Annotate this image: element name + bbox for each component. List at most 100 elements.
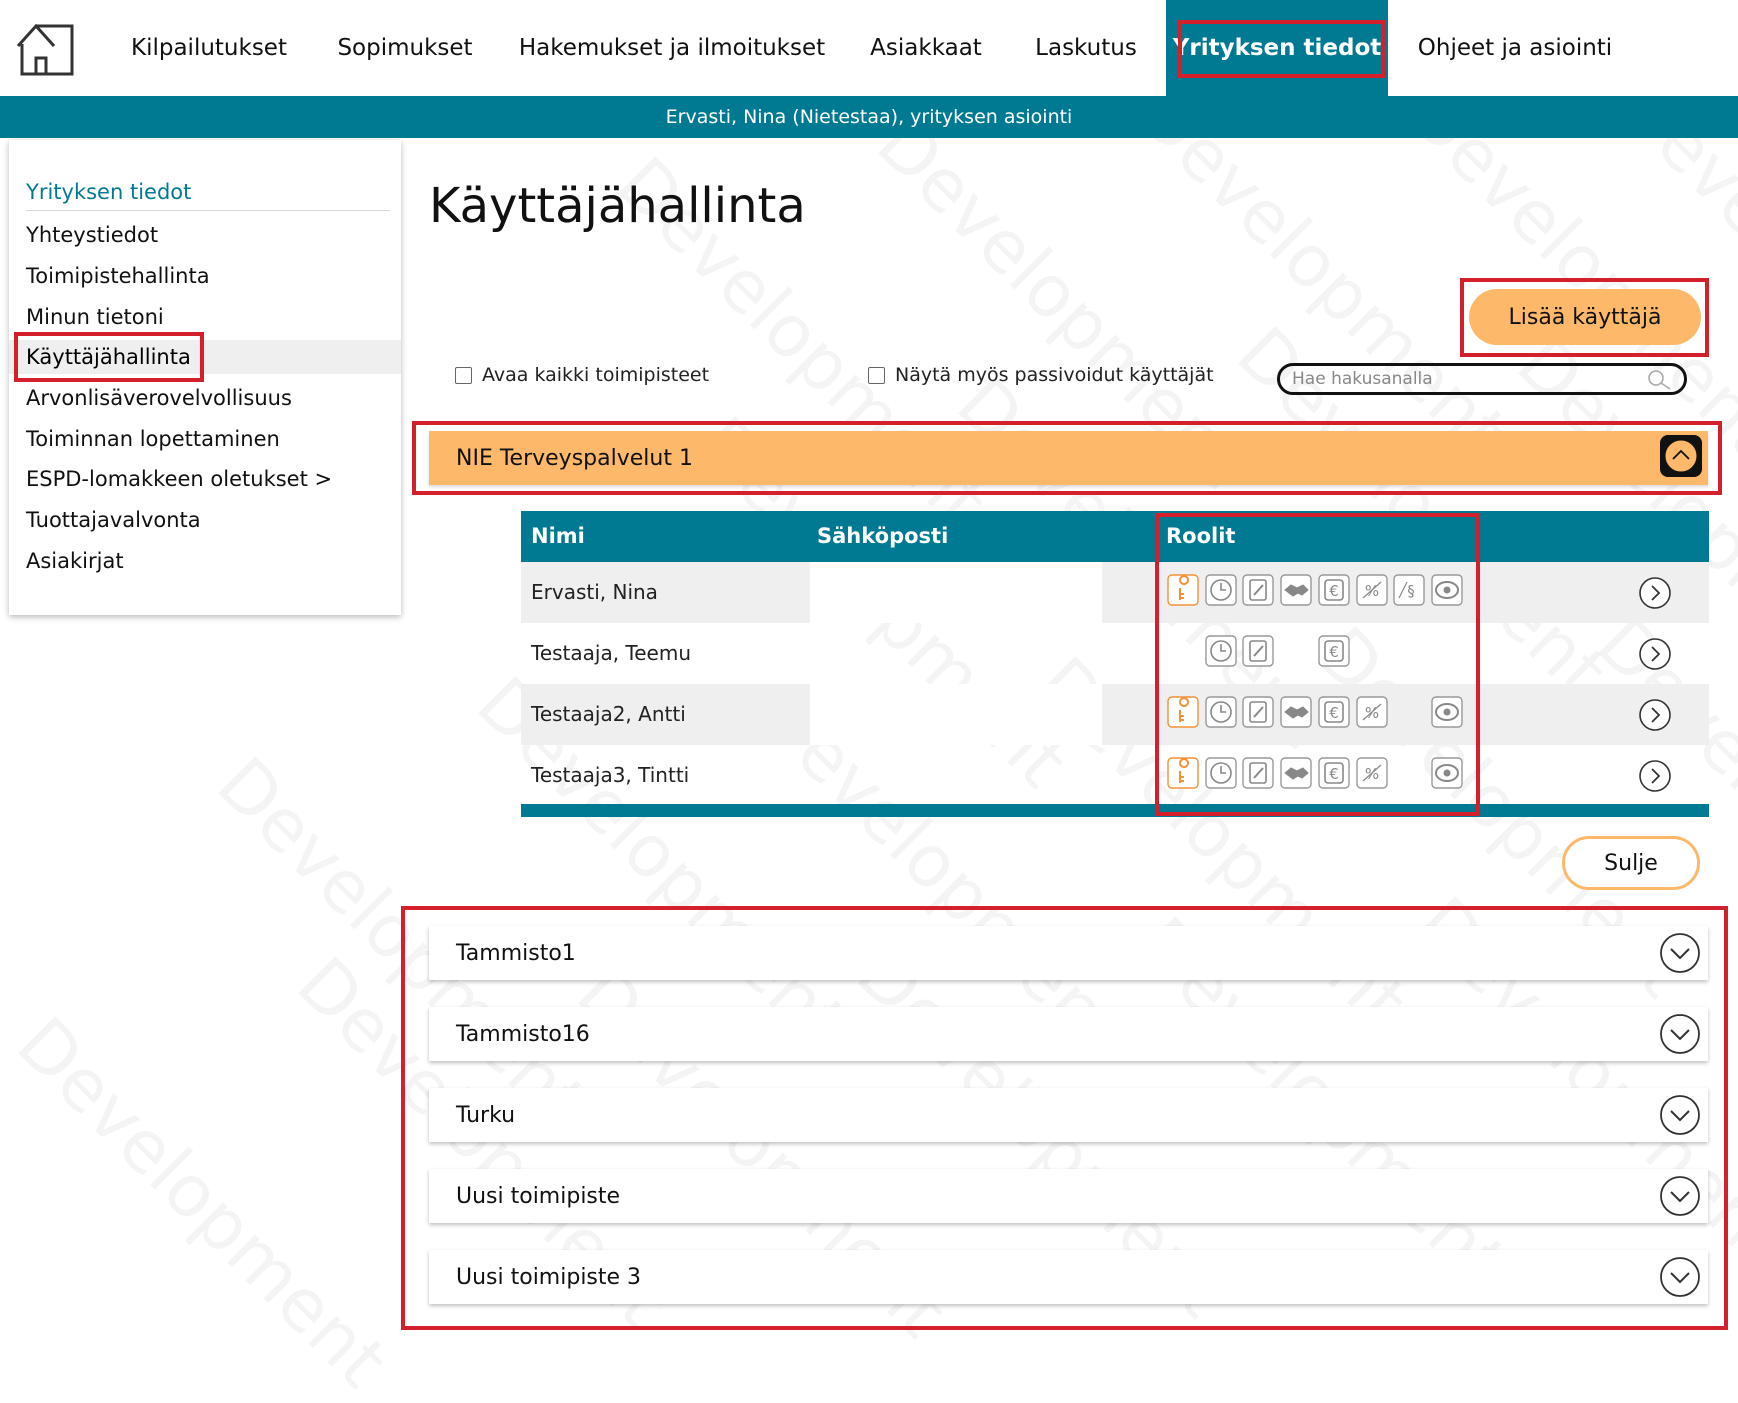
sidebar-item-minun-tietoni[interactable]: Minun tietoni (9, 300, 401, 334)
sidebar-item-kayttajahallinta[interactable]: Käyttäjähallinta (9, 340, 401, 374)
nav-item-kilpailutukset[interactable]: Kilpailutukset (112, 0, 306, 96)
svg-text:%: % (1364, 582, 1378, 600)
chevron-down-icon[interactable] (1659, 1256, 1701, 1298)
email-cell (810, 684, 1102, 745)
show-passive-filter[interactable]: Näytä myös passivoidut käyttäjät (868, 364, 1214, 386)
chevron-right-icon[interactable] (1638, 698, 1672, 732)
add-user-button[interactable]: Lisää käyttäjä (1469, 289, 1701, 345)
office-name: NIE Terveyspalvelut 1 (456, 445, 693, 471)
table-row: Ervasti, Nina €% § (521, 562, 1709, 623)
column-header-email: Sähköposti (817, 524, 949, 548)
eye-icon (1431, 574, 1463, 606)
office-name: Turku (456, 1102, 516, 1128)
user-name: Testaaja, Teemu (531, 641, 692, 665)
euro-icon: € (1318, 574, 1350, 606)
clock-icon (1204, 696, 1237, 728)
sidebar-item-asiakirjat[interactable]: Asiakirjat (9, 544, 401, 578)
eye-icon (1431, 696, 1463, 728)
clock-icon (1204, 635, 1237, 667)
close-button[interactable]: Sulje (1562, 836, 1700, 890)
chevron-down-icon[interactable] (1659, 1094, 1701, 1136)
edit-icon (1242, 635, 1275, 667)
open-all-filter[interactable]: Avaa kaikki toimipisteet (455, 364, 709, 386)
chevron-right-icon[interactable] (1638, 759, 1672, 793)
search-input[interactable] (1290, 368, 1634, 390)
office-item[interactable]: Turku (429, 1088, 1708, 1142)
open-all-label: Avaa kaikki toimipisteet (482, 364, 710, 386)
euro-icon: € (1318, 696, 1350, 728)
chevron-up-icon (1665, 440, 1697, 472)
sidebar-item-toiminnan-lopettaminen[interactable]: Toiminnan lopettaminen (9, 422, 401, 456)
user-name: Ervasti, Nina (531, 580, 658, 604)
svg-text:§: § (1407, 582, 1415, 600)
svg-text:€: € (1329, 582, 1339, 600)
user-info-bar: Ervasti, Nina (Nietestaa), yrityksen asi… (0, 96, 1738, 138)
sidebar-item-espd[interactable]: ESPD-lomakkeen oletukset > (9, 462, 401, 496)
chevron-right-icon[interactable] (1638, 637, 1672, 671)
search-icon[interactable] (1646, 369, 1672, 391)
collapse-button[interactable] (1660, 435, 1702, 477)
key-icon (1167, 574, 1199, 606)
sidebar-item-yhteystiedot[interactable]: Yhteystiedot (9, 218, 401, 252)
sidebar-heading[interactable]: Yrityksen tiedot (26, 180, 390, 211)
nav-item-hakemukset[interactable]: Hakemukset ja ilmoitukset (516, 0, 828, 96)
edit-icon (1242, 574, 1275, 606)
key-icon (1167, 757, 1199, 789)
eye-icon (1431, 757, 1463, 789)
table-row: Testaaja2, Antti €% (521, 684, 1709, 745)
office-name: Tammisto16 (456, 1021, 590, 1047)
office-header-open[interactable]: NIE Terveyspalvelut 1 (429, 431, 1708, 485)
svg-text:%: % (1364, 704, 1378, 722)
svg-text:€: € (1329, 643, 1339, 661)
handshake-icon (1280, 696, 1312, 728)
chevron-down-icon[interactable] (1659, 1175, 1701, 1217)
nav-item-yrityksen-tiedot[interactable]: Yrityksen tiedot (1166, 0, 1388, 96)
column-header-roles: Roolit (1166, 524, 1236, 548)
sidebar-item-toimipistehallinta[interactable]: Toimipistehallinta (9, 259, 401, 293)
office-name: Uusi toimipiste 3 (456, 1264, 642, 1290)
office-name: Uusi toimipiste (456, 1183, 621, 1209)
office-item[interactable]: Tammisto16 (429, 1007, 1708, 1061)
user-name: Testaaja2, Antti (531, 702, 686, 726)
nav-item-laskutus[interactable]: Laskutus (1024, 0, 1148, 96)
percent-icon: % (1355, 696, 1388, 728)
svg-text:%: % (1364, 765, 1378, 783)
sidebar: Yrityksen tiedot Yhteystiedot Toimipiste… (9, 140, 401, 615)
handshake-icon (1280, 574, 1312, 606)
user-table-header: Nimi Sähköposti Roolit (521, 511, 1709, 562)
user-name: Testaaja3, Tintti (531, 763, 690, 787)
nav-item-sopimukset[interactable]: Sopimukset (326, 0, 484, 96)
open-all-checkbox[interactable] (455, 366, 472, 384)
clock-icon (1204, 574, 1237, 606)
edit-icon (1242, 696, 1275, 728)
office-item[interactable]: Uusi toimipiste 3 (429, 1250, 1708, 1304)
column-header-name: Nimi (531, 524, 585, 548)
page-title: Käyttäjähallinta (429, 178, 806, 234)
office-item[interactable]: Uusi toimipiste (429, 1169, 1708, 1223)
chevron-right-icon[interactable] (1638, 576, 1672, 610)
watermark-text: Development (1, 1001, 403, 1403)
show-passive-checkbox[interactable] (868, 366, 885, 384)
home-icon[interactable] (14, 22, 78, 78)
nav-item-ohjeet[interactable]: Ohjeet ja asiointi (1410, 0, 1620, 96)
handshake-icon (1280, 757, 1312, 789)
top-navigation: Kilpailutukset Sopimukset Hakemukset ja … (0, 0, 1738, 96)
edit-icon (1242, 757, 1275, 789)
sidebar-item-arvonlisavero[interactable]: Arvonlisäverovelvollisuus (9, 381, 401, 415)
paragraph-icon: § (1393, 574, 1425, 606)
euro-icon: € (1318, 635, 1350, 667)
chevron-down-icon[interactable] (1659, 1013, 1701, 1055)
percent-icon: % (1355, 757, 1388, 789)
nav-item-asiakkaat[interactable]: Asiakkaat (860, 0, 992, 96)
svg-text:€: € (1329, 765, 1339, 783)
sidebar-item-tuottajavalvonta[interactable]: Tuottajavalvonta (9, 503, 401, 537)
show-passive-label: Näytä myös passivoidut käyttäjät (895, 364, 1214, 386)
table-row: Testaaja, Teemu € (521, 623, 1709, 684)
user-table-footer (521, 804, 1709, 817)
chevron-down-icon[interactable] (1659, 932, 1701, 974)
euro-icon: € (1318, 757, 1350, 789)
office-item[interactable]: Tammisto1 (429, 926, 1708, 980)
clock-icon (1204, 757, 1237, 789)
key-icon (1167, 696, 1199, 728)
percent-icon: % (1355, 574, 1388, 606)
